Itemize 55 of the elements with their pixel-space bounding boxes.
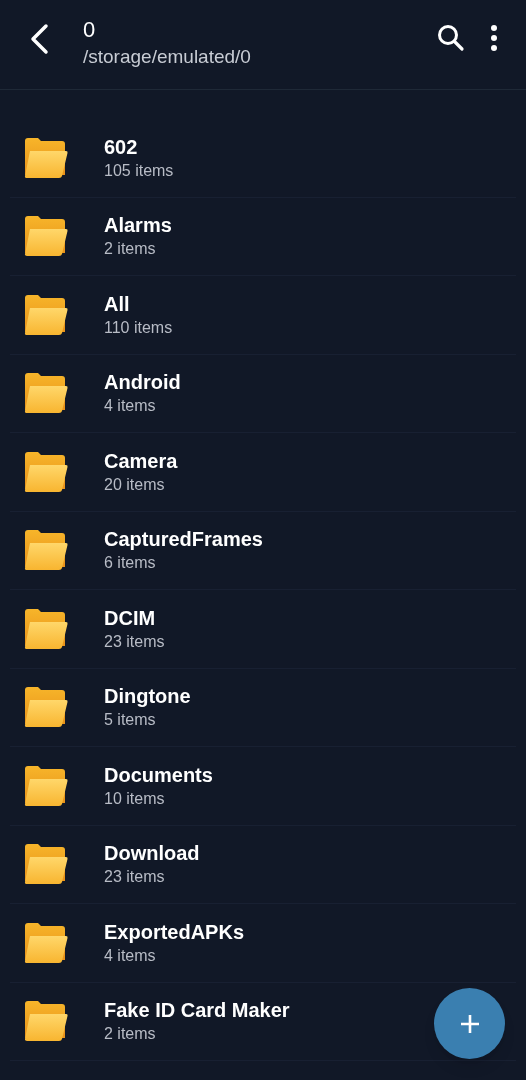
folder-name: Download <box>104 841 200 867</box>
folder-name: ExportedAPKs <box>104 919 245 945</box>
search-button[interactable] <box>436 22 466 54</box>
folder-icon <box>24 529 68 572</box>
folder-icon <box>24 450 68 493</box>
item-count: 4 items <box>104 396 157 417</box>
folder-icon <box>24 372 68 415</box>
item-count: 23 items <box>104 631 165 652</box>
item-count: 2 items <box>104 1024 157 1045</box>
folder-path: /storage/emulated/0 <box>83 45 251 69</box>
folder-row[interactable]: Android 4 items <box>10 354 516 433</box>
folder-row[interactable]: All 110 items <box>10 276 516 355</box>
folder-name: Camera <box>104 448 178 474</box>
item-count: 5 items <box>104 710 157 731</box>
folder-name: Documents <box>104 762 213 788</box>
folder-row[interactable]: ExportedAPKs 4 items <box>10 904 516 983</box>
folder-icon <box>24 843 68 886</box>
folder-name: Dingtone <box>104 684 191 710</box>
folder-icon <box>24 686 68 729</box>
folder-name: CapturedFrames <box>104 527 263 553</box>
item-count: 105 items <box>104 160 174 181</box>
folder-title: 0 <box>83 16 97 44</box>
folder-row[interactable]: Download 23 items <box>10 825 516 904</box>
folder-row[interactable]: DCIM 23 items <box>10 590 516 669</box>
item-count: 2 items <box>104 239 157 260</box>
item-count: 20 items <box>104 474 166 495</box>
folder-row[interactable]: Alarms 2 items <box>10 197 516 276</box>
plus-icon <box>458 1012 481 1035</box>
folder-name: All <box>104 291 131 317</box>
folder-name: Alarms <box>104 213 172 239</box>
folder-row[interactable]: CapturedFrames 6 items <box>10 511 516 590</box>
folder-row[interactable]: 602 105 items <box>10 119 516 198</box>
folder-row[interactable]: Camera 20 items <box>10 433 516 512</box>
folder-icon <box>24 136 68 179</box>
folder-name: Android <box>104 370 181 396</box>
more-options-button[interactable] <box>488 22 500 54</box>
folder-icon <box>24 215 68 258</box>
item-count: 23 items <box>104 867 166 888</box>
search-icon <box>437 24 465 52</box>
folder-icon <box>24 293 68 336</box>
folder-name: 602 <box>104 134 139 160</box>
folder-icon <box>24 921 68 964</box>
folder-icon <box>24 1000 68 1043</box>
folder-icon <box>24 764 68 807</box>
back-icon <box>28 23 50 55</box>
item-count: 6 items <box>104 553 157 574</box>
folder-icon <box>24 607 68 650</box>
item-count: 10 items <box>104 788 166 809</box>
item-count: 110 items <box>104 317 173 338</box>
folder-name: Fake ID Card Maker <box>104 998 290 1024</box>
item-count: 4 items <box>104 945 157 966</box>
folder-name: DCIM <box>104 605 157 631</box>
more-icon <box>490 24 498 52</box>
folder-row[interactable]: Documents 10 items <box>10 747 516 826</box>
folder-row[interactable]: Dingtone 5 items <box>10 668 516 747</box>
